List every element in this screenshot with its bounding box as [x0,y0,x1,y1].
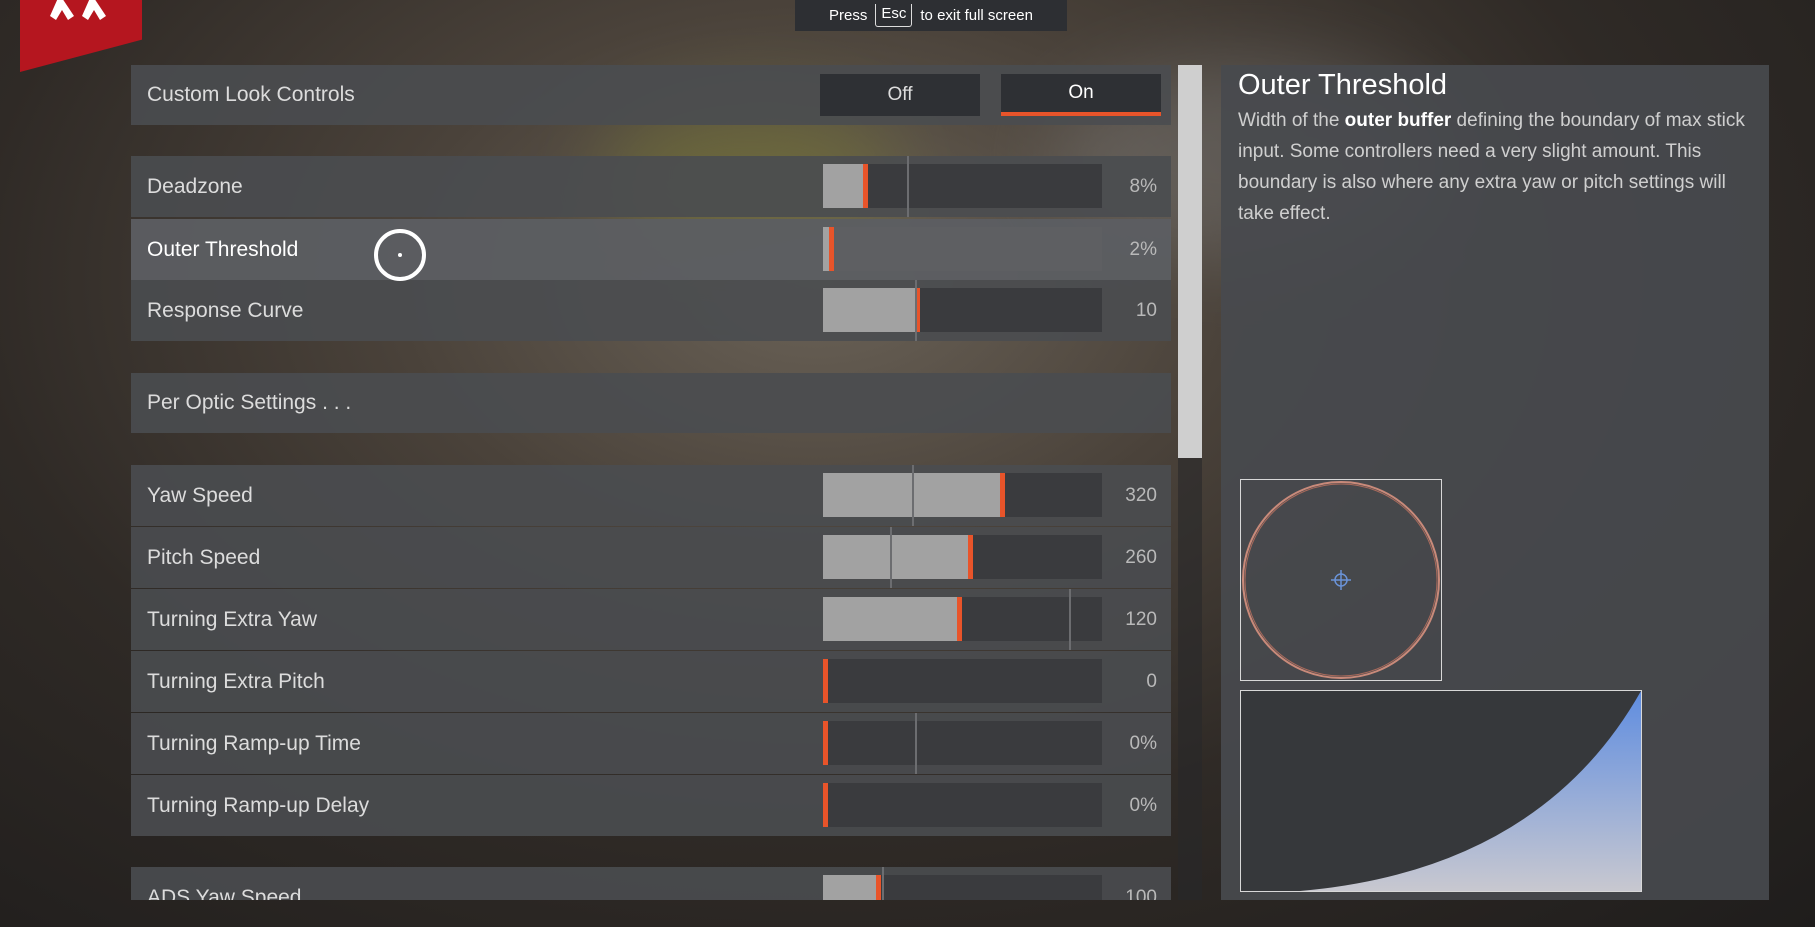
info-panel: Outer Threshold Width of the outer buffe… [1221,65,1769,900]
slider-row[interactable]: Deadzone 8% [131,156,1171,217]
response-curve-slider[interactable] [823,280,1102,341]
turning-extra-yaw-value: 120 [1125,609,1157,630]
per-optic-settings-label: Per Optic Settings . . . [147,391,352,414]
ads-yaw-speed-default-marker [881,867,884,900]
scrollbar[interactable] [1178,65,1202,900]
crosshair-icon [1331,570,1351,590]
pitch-speed-default-marker [889,527,892,588]
deadzone-slider-fill [823,164,869,208]
turning-ramp-up-time-label: Turning Ramp-up Time [147,732,361,755]
ads-yaw-speed-label: ADS Yaw Speed [147,886,302,900]
slider-row[interactable]: Pitch Speed 260 [131,527,1171,588]
yaw-speed-slider[interactable] [823,465,1102,526]
turning-ramp-up-delay-slider[interactable] [823,783,1102,827]
pitch-speed-slider[interactable] [823,527,1102,588]
cursor-icon [374,229,426,281]
turning-extra-yaw-label: Turning Extra Yaw [147,608,318,631]
turning-extra-pitch-slider[interactable] [823,659,1102,703]
slider-row[interactable]: Turning Ramp-up Time 0% [131,713,1171,774]
outer-threshold-value: 2% [1129,239,1157,260]
yaw-speed-label: Yaw Speed [147,484,253,507]
slider-row[interactable]: Turning Extra Pitch 0 [131,651,1171,712]
turning-extra-yaw-slider-fill [823,597,962,641]
ads-yaw-speed-slider-fill [823,875,881,900]
pitch-speed-slider-fill [823,535,974,579]
esc-key: Esc [875,4,913,27]
turning-extra-yaw-slider[interactable] [823,589,1102,650]
stick-threshold-preview [1240,479,1442,681]
custom-look-controls-row: Custom Look Controls Off On [131,65,1171,125]
outer-threshold-label: Outer Threshold [147,238,299,261]
turning-ramp-up-time-default-marker [915,713,918,774]
pitch-speed-label: Pitch Speed [147,546,261,569]
deadzone-default-marker [906,156,909,217]
outer-threshold-slider-fill [823,227,834,271]
fullscreen-banner: Press Esc to exit full screen [795,0,1067,31]
turning-extra-pitch-value: 0 [1146,671,1157,692]
info-text-1: Width of the [1238,110,1345,131]
slider-row[interactable]: Turning Ramp-up Delay 0% [131,775,1171,836]
turning-ramp-up-time-value: 0% [1129,733,1157,754]
off-button[interactable]: Off [820,74,980,116]
response-curve-label: Response Curve [147,299,304,322]
turning-extra-pitch-label: Turning Extra Pitch [147,670,325,693]
pitch-speed-value: 260 [1125,547,1157,568]
turning-ramp-up-delay-label: Turning Ramp-up Delay [147,794,370,817]
per-optic-settings-button[interactable]: Per Optic Settings . . . [131,373,1171,433]
slider-row[interactable]: Turning Extra Yaw 120 [131,589,1171,650]
logo-icon [50,0,106,20]
response-curve-slider-fill [823,288,921,332]
ads-yaw-speed-slider[interactable] [823,867,1102,900]
yaw-speed-default-marker [912,465,915,526]
response-curve-preview [1240,690,1642,892]
ads-yaw-speed-value: 100 [1125,887,1157,900]
slider-row[interactable]: ADS Yaw Speed 100 [131,867,1171,900]
info-title: Outer Threshold [1238,69,1448,101]
info-description: Width of the outer buffer defining the b… [1238,105,1758,229]
slider-row[interactable]: Yaw Speed 320 [131,465,1171,526]
slider-row[interactable]: Response Curve 10 [131,280,1171,341]
banner-press: Press [829,7,868,24]
turning-extra-pitch-slider-fill [823,659,828,703]
deadzone-slider[interactable] [823,156,1102,217]
turning-ramp-up-delay-slider-fill [823,783,828,827]
slider-row[interactable]: Outer Threshold 2% [131,219,1171,280]
outer-threshold-slider[interactable] [823,227,1102,271]
yaw-speed-value: 320 [1125,485,1157,506]
turning-ramp-up-time-slider-fill [823,721,828,765]
on-button[interactable]: On [1001,74,1161,116]
turning-ramp-up-delay-value: 0% [1129,795,1157,816]
turning-ramp-up-time-slider[interactable] [823,713,1102,774]
apex-logo [20,0,142,72]
deadzone-value: 8% [1129,176,1157,197]
response-curve-value: 10 [1135,300,1157,321]
custom-look-controls-label: Custom Look Controls [147,83,355,106]
turning-extra-yaw-default-marker [1068,589,1071,650]
response-curve-default-marker [915,280,918,341]
deadzone-label: Deadzone [147,175,243,198]
scrollbar-thumb[interactable] [1178,65,1202,458]
info-bold: outer buffer [1344,110,1452,131]
banner-text: to exit full screen [920,7,1033,24]
